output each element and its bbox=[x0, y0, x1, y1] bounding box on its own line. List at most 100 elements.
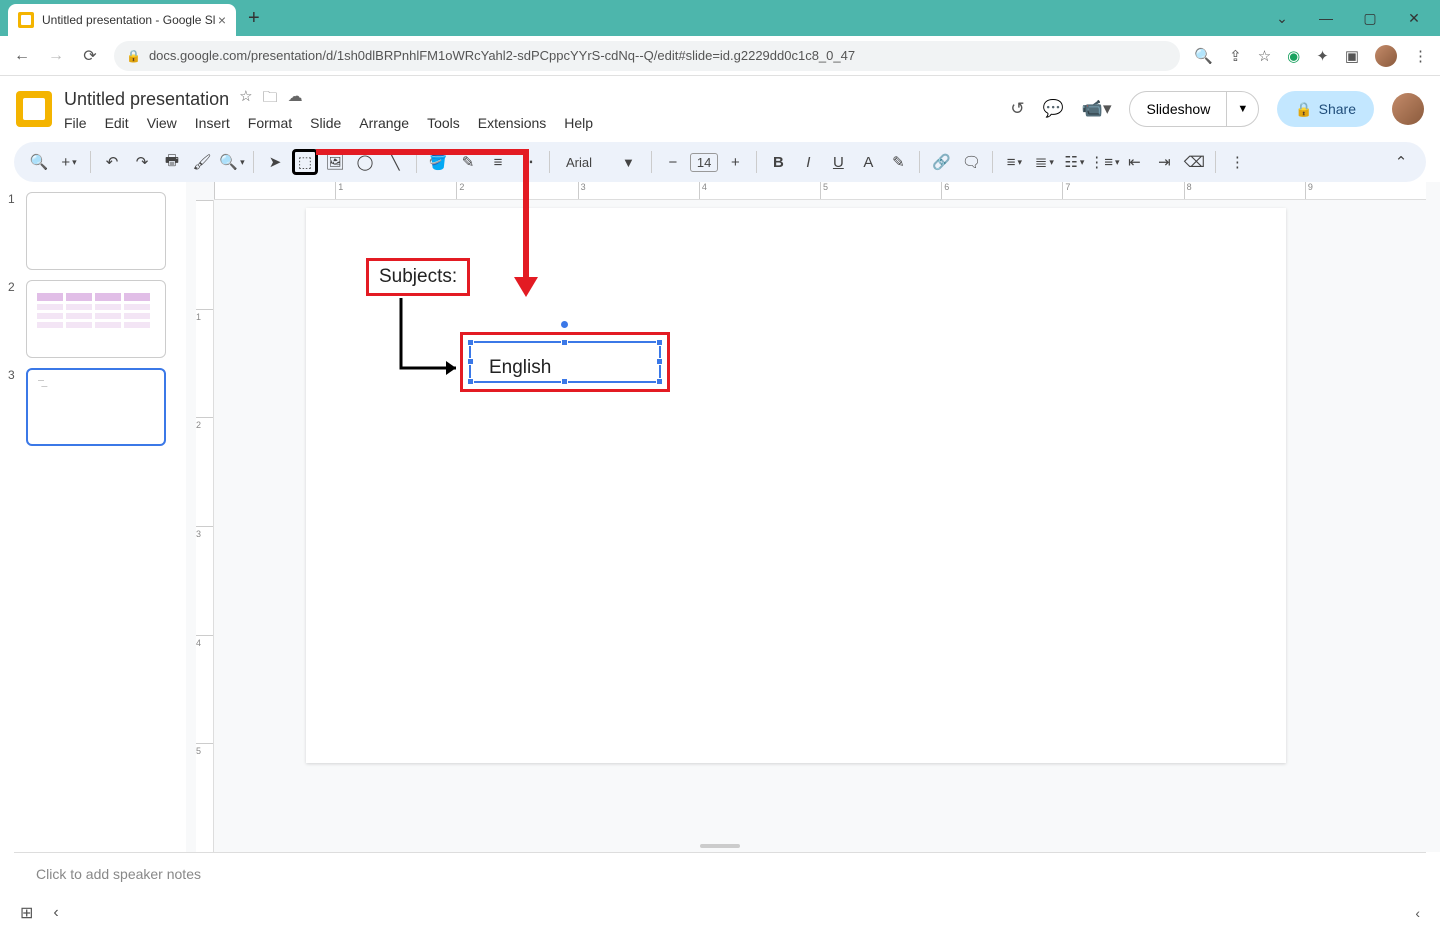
collapse-toolbar-icon[interactable]: ⌃ bbox=[1388, 149, 1414, 175]
fill-color-icon[interactable]: 🪣 bbox=[425, 149, 451, 175]
bookmark-icon[interactable]: ☆ bbox=[1258, 47, 1271, 65]
document-title[interactable]: Untitled presentation bbox=[64, 89, 229, 110]
resize-handle-icon[interactable] bbox=[656, 358, 663, 365]
zoom-icon[interactable]: 🔍 bbox=[1194, 47, 1213, 65]
undo-button[interactable]: ↶ bbox=[99, 149, 125, 175]
resize-handle-icon[interactable] bbox=[656, 339, 663, 346]
notes-resize-handle-icon[interactable] bbox=[700, 844, 740, 848]
chevron-down-icon[interactable]: ⌄ bbox=[1272, 10, 1292, 27]
slideshow-dropdown-icon[interactable]: ▼ bbox=[1227, 103, 1258, 115]
history-icon[interactable]: ↺ bbox=[1010, 99, 1024, 119]
menu-slide[interactable]: Slide bbox=[310, 115, 341, 131]
account-avatar-icon[interactable] bbox=[1392, 93, 1424, 125]
maximize-icon[interactable]: ▢ bbox=[1360, 10, 1380, 27]
redo-button[interactable]: ↷ bbox=[129, 149, 155, 175]
profile-avatar-icon[interactable] bbox=[1375, 45, 1397, 67]
border-weight-icon[interactable]: ≡ bbox=[485, 149, 511, 175]
link-button[interactable]: 🔗 bbox=[928, 149, 954, 175]
menu-format[interactable]: Format bbox=[248, 115, 292, 131]
clear-formatting-button[interactable]: ⌫ bbox=[1181, 149, 1207, 175]
new-slide-button[interactable]: + bbox=[56, 149, 82, 175]
filmstrip-item[interactable]: 1 bbox=[8, 192, 178, 270]
resize-handle-icon[interactable] bbox=[656, 378, 663, 385]
speaker-notes-input[interactable]: Click to add speaker notes bbox=[14, 852, 1426, 894]
slide-thumbnail-1[interactable] bbox=[26, 192, 166, 270]
menu-insert[interactable]: Insert bbox=[195, 115, 230, 131]
select-tool-icon[interactable]: ➤ bbox=[262, 149, 288, 175]
border-color-icon[interactable]: ✎ bbox=[455, 149, 481, 175]
back-button[interactable]: ← bbox=[12, 47, 32, 65]
horizontal-ruler[interactable]: 123456789 bbox=[214, 182, 1426, 200]
share-url-icon[interactable]: ⇪ bbox=[1229, 47, 1242, 65]
slideshow-button[interactable]: Slideshow ▼ bbox=[1129, 91, 1259, 127]
comments-icon[interactable]: 💬 bbox=[1043, 99, 1064, 119]
resize-handle-icon[interactable] bbox=[467, 378, 474, 385]
align-button[interactable]: ≡ bbox=[1001, 149, 1027, 175]
italic-button[interactable]: I bbox=[795, 149, 821, 175]
more-tools-icon[interactable]: ⋮ bbox=[1224, 149, 1250, 175]
filmstrip-item[interactable]: 3 — — bbox=[8, 368, 178, 446]
forward-button[interactable]: → bbox=[46, 47, 66, 65]
grid-view-icon[interactable]: ⊞ bbox=[20, 903, 33, 923]
resize-handle-icon[interactable] bbox=[561, 378, 568, 385]
subjects-textbox[interactable]: Subjects: bbox=[366, 258, 470, 296]
zoom-button[interactable]: 🔍 bbox=[219, 149, 245, 175]
font-selector[interactable]: Arial ▼ bbox=[558, 155, 643, 170]
collapse-filmstrip-icon[interactable]: ‹ bbox=[53, 904, 58, 922]
decrease-indent-button[interactable]: ⇤ bbox=[1121, 149, 1147, 175]
url-field[interactable]: 🔒 docs.google.com/presentation/d/1sh0dlB… bbox=[114, 41, 1180, 71]
meet-icon[interactable]: 📹▾ bbox=[1082, 99, 1112, 119]
font-increase-button[interactable]: + bbox=[722, 149, 748, 175]
bulleted-list-button[interactable]: ⋮≡ bbox=[1091, 149, 1117, 175]
resize-handle-icon[interactable] bbox=[467, 358, 474, 365]
font-decrease-button[interactable]: − bbox=[660, 149, 686, 175]
comment-button[interactable]: 🗨 bbox=[958, 149, 984, 175]
sidepanel-icon[interactable]: ▣ bbox=[1345, 47, 1359, 65]
paint-format-button[interactable]: 🖌 bbox=[189, 149, 215, 175]
reload-button[interactable]: ⟳ bbox=[80, 46, 100, 66]
move-folder-icon[interactable]: 🗀 bbox=[263, 87, 278, 112]
border-dash-icon[interactable]: ┅ bbox=[515, 149, 541, 175]
underline-button[interactable]: U bbox=[825, 149, 851, 175]
slide-canvas[interactable]: Subjects: English bbox=[306, 208, 1286, 763]
minimize-icon[interactable]: — bbox=[1316, 10, 1336, 27]
line-spacing-button[interactable]: ≣ bbox=[1031, 149, 1057, 175]
menu-extensions[interactable]: Extensions bbox=[478, 115, 546, 131]
menu-arrange[interactable]: Arrange bbox=[359, 115, 409, 131]
image-tool-icon[interactable]: 🖼 bbox=[322, 149, 348, 175]
resize-handle-icon[interactable] bbox=[561, 339, 568, 346]
rotate-handle-icon[interactable] bbox=[561, 321, 568, 328]
textbox-tool-icon[interactable]: ⬚ bbox=[292, 149, 318, 175]
bold-button[interactable]: B bbox=[765, 149, 791, 175]
shape-tool-icon[interactable]: ◯ bbox=[352, 149, 378, 175]
search-menus-icon[interactable]: 🔍 bbox=[26, 149, 52, 175]
close-window-icon[interactable]: ✕ bbox=[1404, 10, 1424, 27]
numbered-list-button[interactable]: ☷ bbox=[1061, 149, 1087, 175]
menu-tools[interactable]: Tools bbox=[427, 115, 460, 131]
font-size-input[interactable]: 14 bbox=[690, 153, 718, 172]
print-button[interactable]: 🖶 bbox=[159, 149, 185, 175]
slides-logo-icon[interactable] bbox=[16, 91, 52, 127]
share-button[interactable]: 🔒 Share bbox=[1277, 91, 1374, 127]
extension-icon[interactable]: ◉ bbox=[1287, 47, 1300, 65]
slide-thumbnail-3[interactable]: — — bbox=[26, 368, 166, 446]
menu-help[interactable]: Help bbox=[564, 115, 593, 131]
extensions-puzzle-icon[interactable]: ✦ bbox=[1316, 47, 1329, 65]
slide-thumbnail-2[interactable] bbox=[26, 280, 166, 358]
menu-file[interactable]: File bbox=[64, 115, 87, 131]
filmstrip-item[interactable]: 2 bbox=[8, 280, 178, 358]
menu-view[interactable]: View bbox=[147, 115, 177, 131]
line-tool-icon[interactable]: ╲ bbox=[382, 149, 408, 175]
explore-toggle-icon[interactable]: ‹ bbox=[1415, 905, 1420, 921]
tab-close-icon[interactable]: × bbox=[218, 12, 226, 28]
resize-handle-icon[interactable] bbox=[467, 339, 474, 346]
new-tab-button[interactable]: + bbox=[248, 7, 260, 30]
browser-tab[interactable]: Untitled presentation - Google Sl × bbox=[8, 4, 236, 36]
english-textbox-selected[interactable]: English bbox=[469, 341, 661, 383]
star-icon[interactable]: ☆ bbox=[239, 87, 252, 112]
vertical-ruler[interactable]: 12345 bbox=[196, 200, 214, 852]
menu-edit[interactable]: Edit bbox=[105, 115, 129, 131]
highlight-button[interactable]: ✎ bbox=[885, 149, 911, 175]
kebab-menu-icon[interactable]: ⋮ bbox=[1413, 47, 1428, 65]
text-color-button[interactable]: A bbox=[855, 149, 881, 175]
